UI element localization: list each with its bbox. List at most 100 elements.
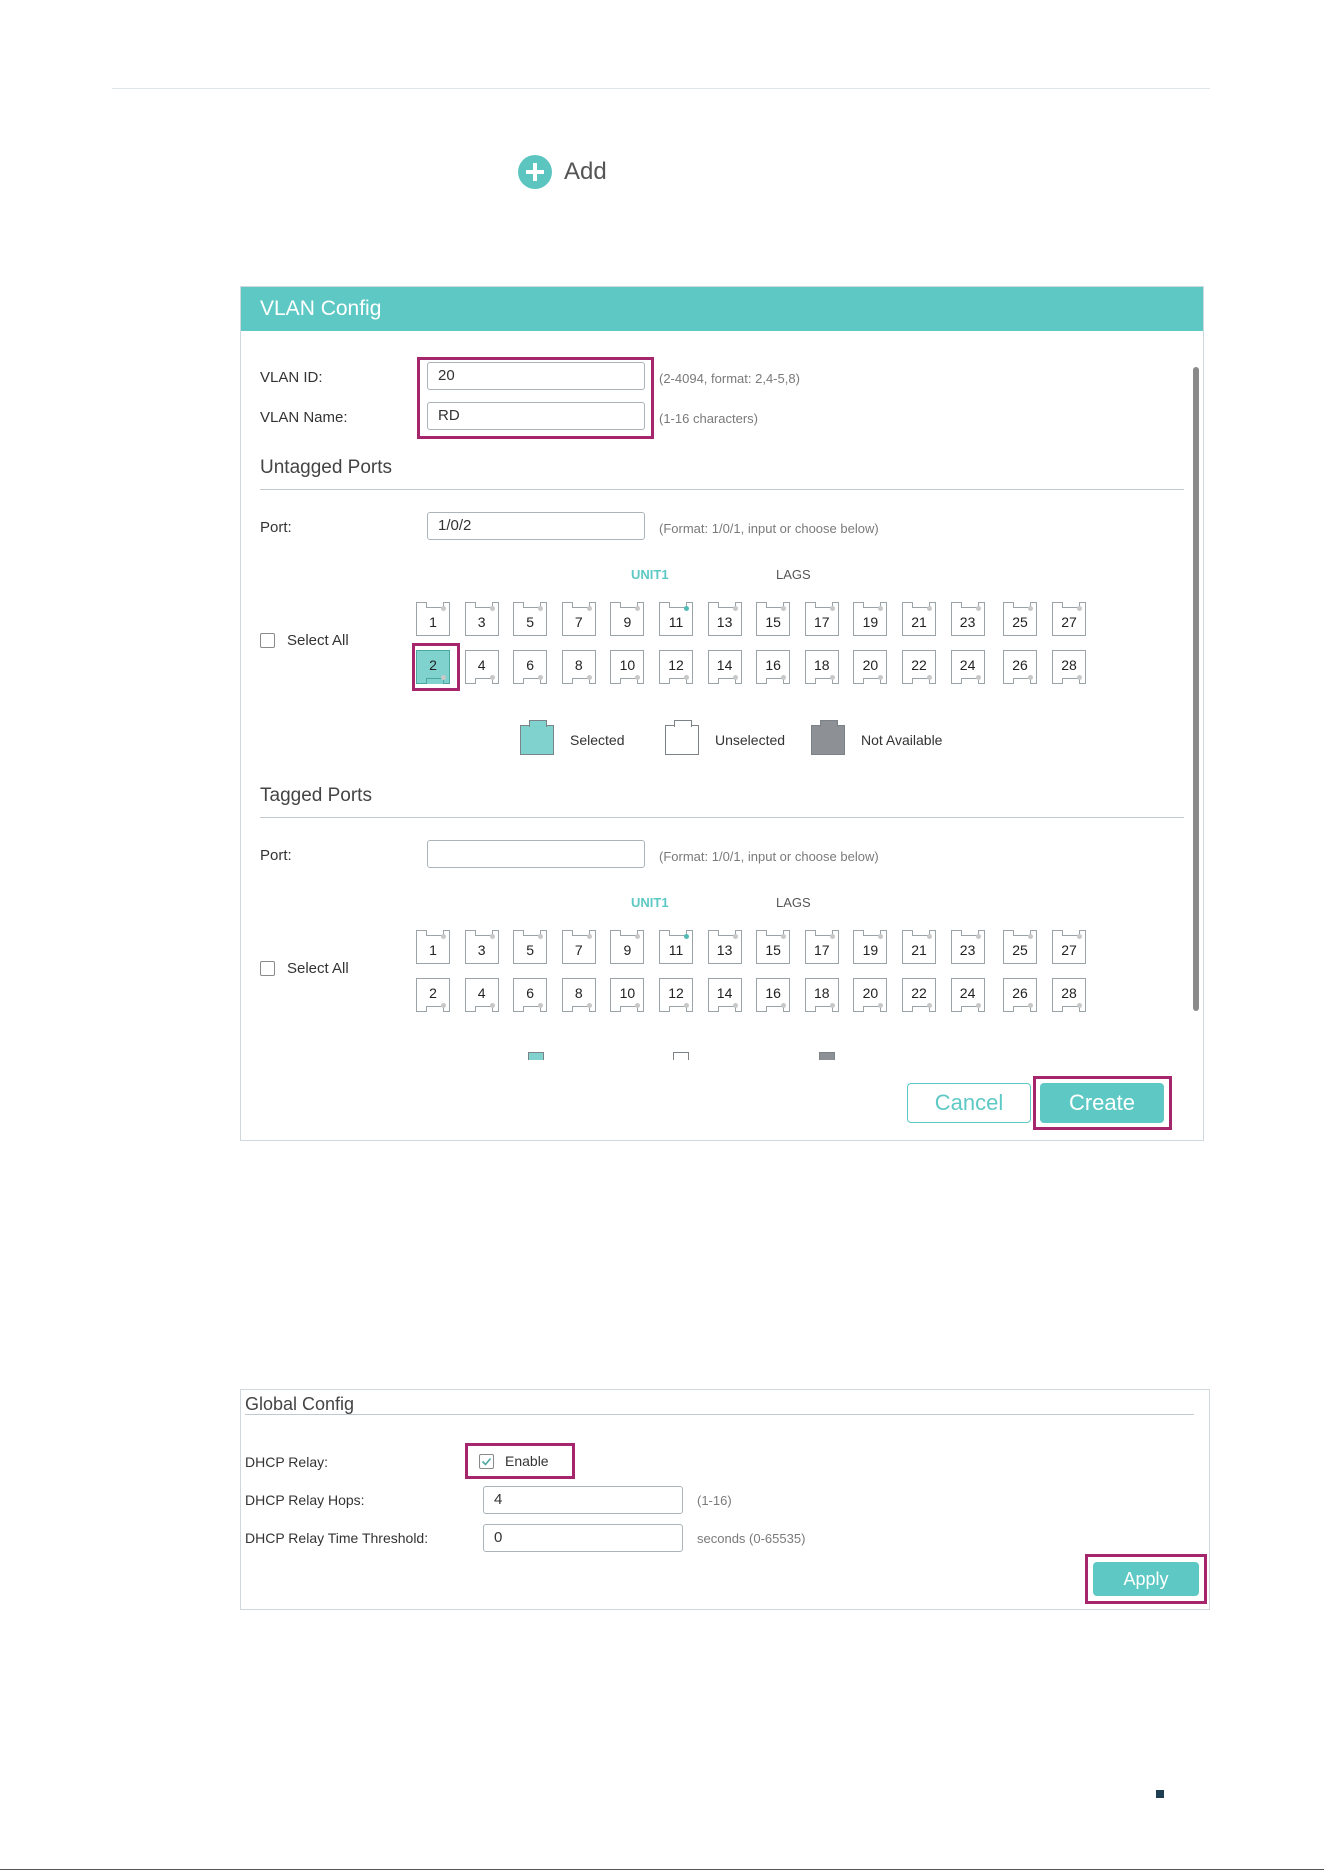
port-9[interactable]: 9 xyxy=(610,602,645,636)
legend-selected-partial xyxy=(520,1052,550,1060)
port-20[interactable]: 20 xyxy=(853,978,888,1012)
port-number: 26 xyxy=(1012,985,1028,1001)
port-22[interactable]: 22 xyxy=(902,650,936,684)
vlan-config-dialog: VLAN Config VLAN ID: 20 (2-4094, format:… xyxy=(240,286,1204,1141)
port-15[interactable]: 15 xyxy=(756,930,791,964)
port-25[interactable]: 25 xyxy=(1003,602,1037,636)
relay-hops-input[interactable]: 4 xyxy=(483,1486,683,1514)
port-7[interactable]: 7 xyxy=(561,930,596,964)
port-2[interactable]: 2 xyxy=(416,978,450,1012)
port-10[interactable]: 10 xyxy=(610,650,645,684)
port-22[interactable]: 22 xyxy=(902,978,936,1012)
port-led-icon xyxy=(635,606,641,611)
port-14[interactable]: 14 xyxy=(707,650,742,684)
port-number: 19 xyxy=(862,614,879,630)
port-19[interactable]: 19 xyxy=(853,602,888,636)
port-led-icon xyxy=(878,675,884,680)
select-all-label: Select All xyxy=(287,960,349,977)
port-17[interactable]: 17 xyxy=(804,602,839,636)
footer-rule xyxy=(0,1869,1324,1870)
port-10[interactable]: 10 xyxy=(610,978,645,1012)
port-24[interactable]: 24 xyxy=(950,650,985,684)
port-14[interactable]: 14 xyxy=(707,978,742,1012)
port-led-icon xyxy=(538,934,544,939)
port-4[interactable]: 4 xyxy=(464,978,499,1012)
port-8[interactable]: 8 xyxy=(561,650,596,684)
port-11[interactable]: 11 xyxy=(659,602,693,636)
port-3[interactable]: 3 xyxy=(464,602,499,636)
port-23[interactable]: 23 xyxy=(950,602,985,636)
port-11[interactable]: 11 xyxy=(659,930,693,964)
port-19[interactable]: 19 xyxy=(853,930,888,964)
port-number: 20 xyxy=(862,657,879,673)
port-led-icon xyxy=(829,934,835,939)
port-1[interactable]: 1 xyxy=(416,930,450,964)
port-6[interactable]: 6 xyxy=(513,650,548,684)
port-led-icon xyxy=(829,675,835,680)
port-number: 21 xyxy=(911,942,927,958)
cancel-button[interactable]: Cancel xyxy=(907,1083,1031,1123)
port-20[interactable]: 20 xyxy=(853,650,888,684)
tagged-select-all[interactable]: Select All xyxy=(260,960,349,977)
port-number: 21 xyxy=(911,614,927,630)
port-led-icon xyxy=(586,934,592,939)
port-12[interactable]: 12 xyxy=(659,978,693,1012)
port-13[interactable]: 13 xyxy=(707,602,742,636)
time-threshold-input[interactable]: 0 xyxy=(483,1524,683,1552)
select-all-label: Select All xyxy=(287,632,349,649)
untagged-port-input[interactable]: 1/0/2 xyxy=(427,512,645,540)
port-number: 18 xyxy=(814,985,830,1001)
port-12[interactable]: 12 xyxy=(659,650,693,684)
port-18[interactable]: 18 xyxy=(804,978,839,1012)
select-all-checkbox[interactable] xyxy=(260,961,275,976)
legend-not-available-partial xyxy=(811,1052,841,1060)
port-21[interactable]: 21 xyxy=(902,602,936,636)
port-23[interactable]: 23 xyxy=(950,930,985,964)
port-led-icon xyxy=(1028,934,1033,939)
port-16[interactable]: 16 xyxy=(756,650,791,684)
port-number: 11 xyxy=(668,942,684,958)
port-led-icon xyxy=(538,1003,544,1008)
port-28[interactable]: 28 xyxy=(1052,978,1086,1012)
scrollbar[interactable] xyxy=(1193,367,1199,1011)
port-17[interactable]: 17 xyxy=(804,930,839,964)
port-25[interactable]: 25 xyxy=(1003,930,1037,964)
port-number: 23 xyxy=(959,942,976,958)
select-all-checkbox[interactable] xyxy=(260,633,275,648)
legend-unselected: Unselected xyxy=(665,720,786,755)
port-led-icon xyxy=(635,1003,641,1008)
port-7[interactable]: 7 xyxy=(561,602,596,636)
port-6[interactable]: 6 xyxy=(513,978,548,1012)
vlan-name-label: VLAN Name: xyxy=(260,409,348,426)
port-number: 24 xyxy=(959,985,976,1001)
port-21[interactable]: 21 xyxy=(902,930,936,964)
port-16[interactable]: 16 xyxy=(756,978,791,1012)
untagged-select-all[interactable]: Select All xyxy=(260,632,349,649)
port-number: 2 xyxy=(429,985,437,1001)
port-27[interactable]: 27 xyxy=(1052,602,1086,636)
port-led-icon xyxy=(975,1003,981,1008)
port-number: 1 xyxy=(429,942,437,958)
port-15[interactable]: 15 xyxy=(756,602,791,636)
tagged-port-input[interactable] xyxy=(427,840,645,868)
time-threshold-hint: seconds (0-65535) xyxy=(697,1531,806,1546)
port-27[interactable]: 27 xyxy=(1052,930,1086,964)
port-18[interactable]: 18 xyxy=(804,650,839,684)
port-3[interactable]: 3 xyxy=(464,930,499,964)
port-1[interactable]: 1 xyxy=(416,602,450,636)
port-8[interactable]: 8 xyxy=(561,978,596,1012)
port-number: 27 xyxy=(1061,942,1077,958)
port-4[interactable]: 4 xyxy=(464,650,499,684)
port-13[interactable]: 13 xyxy=(707,930,742,964)
port-number: 16 xyxy=(765,657,781,673)
port-5[interactable]: 5 xyxy=(513,602,548,636)
add-button[interactable]: Add xyxy=(518,155,607,189)
port-5[interactable]: 5 xyxy=(513,930,548,964)
port-26[interactable]: 26 xyxy=(1003,978,1037,1012)
legend-unselected-label: Unselected xyxy=(715,732,786,748)
port-led-icon xyxy=(781,606,787,611)
port-24[interactable]: 24 xyxy=(950,978,985,1012)
port-9[interactable]: 9 xyxy=(610,930,645,964)
port-28[interactable]: 28 xyxy=(1052,650,1086,684)
port-26[interactable]: 26 xyxy=(1003,650,1037,684)
